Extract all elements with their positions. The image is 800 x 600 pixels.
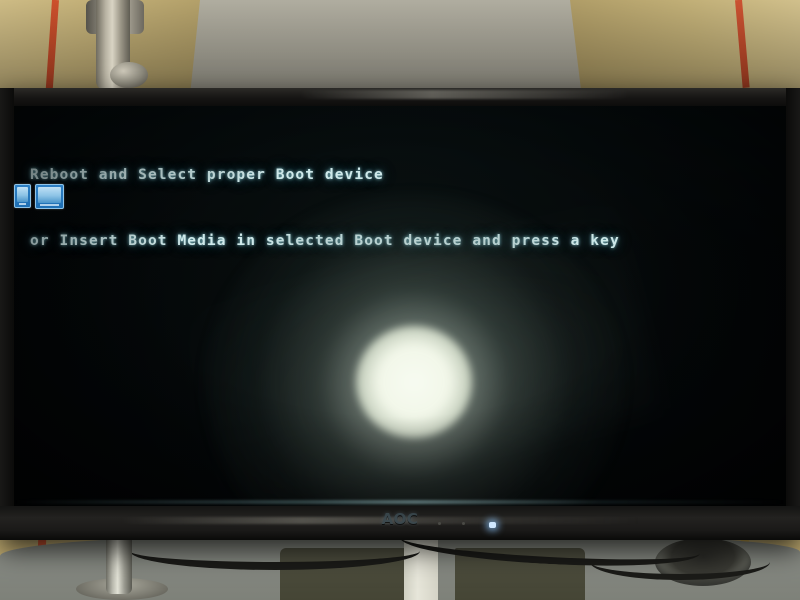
monitor-screen[interactable]: Reboot and Select proper Boot device or … — [14, 106, 786, 506]
wall-panel-right — [570, 0, 800, 96]
sticker-1-face — [17, 187, 28, 202]
certification-sticker-2 — [35, 184, 64, 209]
wall-mount-joint — [110, 62, 148, 88]
sticker-1-bar — [19, 203, 26, 205]
bios-message-line-2: or Insert Boot Media in selected Boot de… — [30, 233, 620, 249]
monitor: Reboot and Select proper Boot device or … — [0, 88, 800, 540]
bezel-right — [786, 88, 800, 540]
photo-of-monitor-screenshot: Reboot and Select proper Boot device or … — [0, 0, 800, 600]
monitor-brand-logo: AOC — [381, 510, 419, 528]
screen-glare-core — [356, 326, 472, 438]
bezel-top-highlight — [300, 90, 630, 99]
monitor-stand-pole — [106, 532, 132, 594]
certification-sticker-1 — [14, 184, 31, 208]
bezel-bottom-highlight — [120, 517, 640, 524]
osd-button-2[interactable] — [462, 522, 465, 525]
bios-message-line-1: Reboot and Select proper Boot device — [30, 167, 384, 183]
panel-bottom-seam — [14, 500, 786, 504]
bezel-bottom: AOC — [0, 506, 800, 540]
bezel-left — [0, 88, 14, 540]
osd-button-1[interactable] — [438, 522, 441, 525]
cable-right — [590, 544, 770, 580]
bios-boot-error-message: Reboot and Select proper Boot device or … — [30, 120, 620, 296]
power-led-indicator — [489, 522, 496, 528]
sticker-2-face — [38, 187, 61, 203]
sticker-2-bar — [40, 204, 59, 206]
